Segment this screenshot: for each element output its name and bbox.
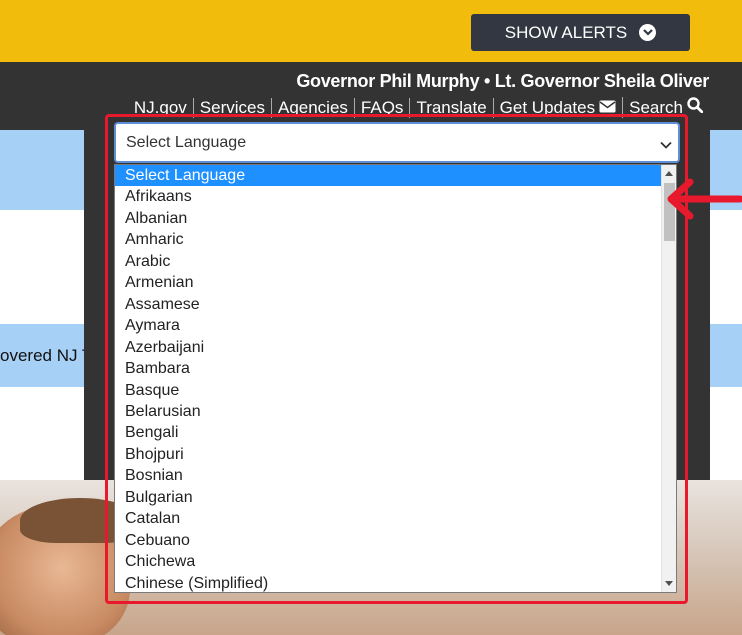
nav-item-agencies[interactable]: Agencies — [270, 97, 354, 118]
envelope-icon — [599, 98, 616, 118]
language-dropdown-list[interactable]: Select Language Afrikaans Albanian Amhar… — [114, 164, 677, 593]
language-option[interactable]: Albanian — [115, 208, 662, 229]
language-option[interactable]: Chinese (Simplified) — [115, 573, 662, 592]
banner-text: overed NJ T — [0, 346, 93, 365]
nav-item-services[interactable]: Services — [192, 97, 271, 118]
nav-item-faqs[interactable]: FAQs — [353, 97, 410, 118]
nav-item-search[interactable]: Search — [622, 97, 709, 118]
governor-line: Governor Phil Murphy • Lt. Governor Shei… — [296, 71, 709, 91]
nav-label: Agencies — [277, 97, 348, 117]
language-option[interactable]: Azerbaijani — [115, 337, 662, 358]
language-option[interactable]: Bulgarian — [115, 487, 662, 508]
nav-item-njgov[interactable]: NJ.gov — [128, 98, 193, 118]
nav-label: Services — [199, 97, 265, 117]
search-icon — [687, 97, 704, 118]
nav-item-translate[interactable]: Translate — [409, 97, 492, 118]
language-option[interactable]: Catalan — [115, 508, 662, 529]
language-option[interactable]: Belarusian — [115, 401, 662, 422]
language-option[interactable]: Bengali — [115, 422, 662, 443]
language-option[interactable]: Cebuano — [115, 530, 662, 551]
language-option[interactable]: Armenian — [115, 272, 662, 293]
language-option[interactable]: Afrikaans — [115, 186, 662, 207]
language-option[interactable]: Bosnian — [115, 465, 662, 486]
language-option[interactable]: Select Language — [115, 165, 662, 187]
nav-item-get-updates[interactable]: Get Updates — [492, 97, 622, 118]
scroll-down-arrow-icon[interactable] — [665, 581, 673, 586]
annotation-arrow-icon — [664, 178, 742, 233]
nav-label: NJ.gov — [133, 97, 187, 117]
nav-label: Search — [629, 97, 683, 117]
chevron-down-icon — [660, 136, 672, 154]
language-option[interactable]: Basque — [115, 380, 662, 401]
show-alerts-label: SHOW ALERTS — [504, 22, 628, 42]
show-alerts-button[interactable]: SHOW ALERTS — [471, 14, 690, 51]
language-select-value: Select Language — [126, 133, 247, 151]
chevron-down-circle-icon — [639, 24, 657, 41]
language-option[interactable]: Chichewa — [115, 551, 662, 572]
nav-label: FAQs — [360, 97, 404, 117]
language-option[interactable]: Bhojpuri — [115, 444, 662, 465]
language-option[interactable]: Assamese — [115, 294, 662, 315]
gov-header: Governor Phil Murphy • Lt. Governor Shei… — [0, 62, 742, 130]
language-option[interactable]: Amharic — [115, 229, 662, 250]
alert-bar: SHOW ALERTS — [0, 0, 742, 62]
nav-label: Translate — [416, 97, 487, 117]
scroll-up-arrow-icon[interactable] — [665, 171, 673, 176]
language-option[interactable]: Arabic — [115, 251, 662, 272]
nav-label: Get Updates — [499, 97, 596, 117]
language-option[interactable]: Bambara — [115, 358, 662, 379]
language-option[interactable]: Aymara — [115, 315, 662, 336]
top-nav: NJ.gov Services Agencies FAQs Translate … — [128, 97, 709, 118]
language-select[interactable]: Select Language — [114, 122, 680, 163]
